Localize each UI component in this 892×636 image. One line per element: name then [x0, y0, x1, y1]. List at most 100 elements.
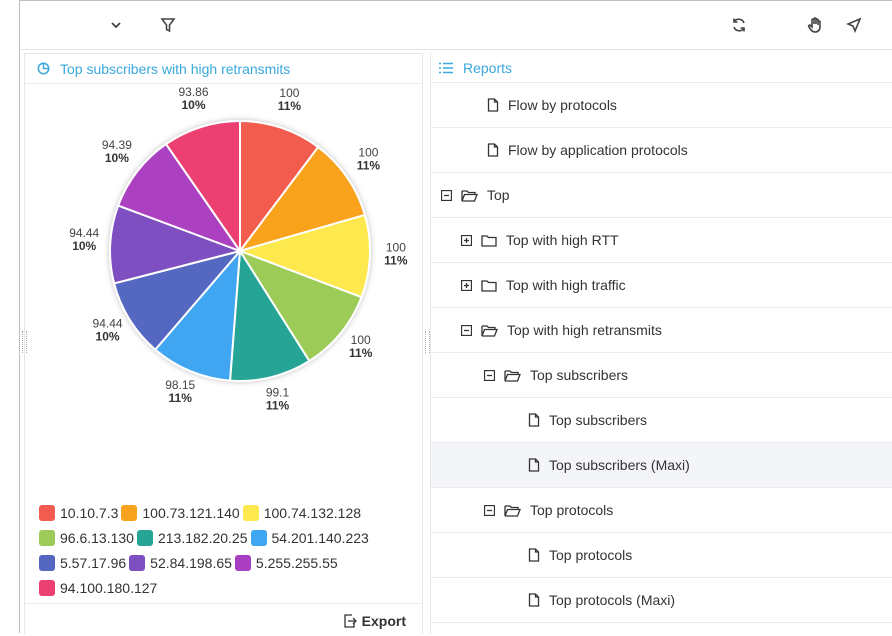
- legend-label: 100.73.121.140: [142, 504, 240, 521]
- tree-item[interactable]: Top protocols: [431, 488, 892, 533]
- legend-item[interactable]: 52.84.198.65: [129, 554, 232, 571]
- tree-item-label: Top with high RTT: [506, 232, 619, 248]
- slice-percent-label: 10%: [105, 151, 129, 165]
- slice-value-label: 100: [279, 86, 299, 100]
- legend-label: 96.6.13.130: [60, 529, 134, 546]
- splitter-handle-left[interactable]: [22, 331, 27, 353]
- legend-row: 10.10.7.3 100.73.121.140 100.74.132.128: [39, 500, 419, 525]
- slice-value-label: 100: [351, 333, 371, 347]
- tree-item-label: Flow by application protocols: [508, 142, 688, 158]
- tree-item[interactable]: Top subscribers (Maxi): [431, 443, 892, 488]
- hand-icon[interactable]: [803, 13, 827, 37]
- legend-row: 96.6.13.130 213.182.20.25 54.201.140.223: [39, 525, 419, 550]
- legend-label: 5.255.255.55: [255, 554, 338, 571]
- legend-swatch: [129, 554, 146, 571]
- tree-item-label: Top subscribers (Maxi): [549, 457, 690, 473]
- legend-row: 94.100.180.127: [39, 575, 419, 600]
- tree-item-label: Top subscribers: [549, 412, 648, 428]
- collapse-toggle-icon[interactable]: [484, 504, 495, 516]
- legend-item[interactable]: 5.255.255.55: [234, 554, 338, 571]
- tree-item[interactable]: Top protocols: [431, 533, 892, 578]
- export-icon: [344, 614, 357, 628]
- tree-item[interactable]: Top subscribers: [431, 353, 892, 398]
- legend-label: 94.100.180.127: [60, 579, 158, 596]
- legend-item[interactable]: 5.57.17.96: [39, 554, 127, 571]
- tree-item-label: Top protocols: [530, 502, 614, 518]
- folder-icon: [481, 234, 497, 247]
- folder-open-icon: [461, 189, 478, 202]
- reports-header: Reports: [431, 53, 892, 83]
- legend-label: 52.84.198.65: [150, 554, 232, 571]
- file-icon: [528, 413, 540, 427]
- slice-percent-label: 10%: [181, 98, 205, 112]
- chart-footer: Export: [25, 603, 422, 636]
- expand-toggle-icon[interactable]: [461, 234, 472, 246]
- tree-item[interactable]: Top with high retransmits: [431, 308, 892, 353]
- collapse-toggle-icon[interactable]: [484, 369, 495, 381]
- cursor-icon[interactable]: [842, 13, 866, 37]
- chevron-down-icon[interactable]: [104, 13, 128, 37]
- legend-label: 5.57.17.96: [60, 554, 127, 571]
- tree-item-label: Top with high retransmits: [507, 322, 662, 338]
- filter-icon[interactable]: [156, 13, 180, 37]
- app-frame: Top subscribers with high retransmits 10…: [19, 0, 892, 634]
- legend-label: 10.10.7.3: [60, 504, 119, 521]
- legend-swatch: [39, 504, 55, 521]
- legend-swatch: [39, 529, 55, 546]
- folder-icon: [481, 279, 497, 292]
- legend-swatch: [250, 529, 267, 546]
- legend-label: 100.74.132.128: [263, 504, 362, 521]
- legend-swatch: [121, 504, 138, 521]
- slice-value-label: 99.1: [266, 385, 290, 399]
- slice-percent-label: 11%: [169, 391, 193, 405]
- legend-swatch: [242, 504, 259, 521]
- slice-percent-label: 11%: [266, 398, 290, 412]
- reports-title: Reports: [463, 59, 513, 76]
- tree-item[interactable]: Top protocols (Maxi): [431, 578, 892, 623]
- export-button[interactable]: Export: [342, 613, 406, 629]
- collapse-toggle-icon[interactable]: [461, 324, 472, 336]
- legend-item[interactable]: 213.182.20.25: [136, 529, 248, 546]
- legend-item[interactable]: 100.74.132.128: [242, 504, 362, 521]
- expand-toggle-icon[interactable]: [461, 279, 472, 291]
- legend-swatch: [39, 579, 55, 596]
- tree-item[interactable]: Top subscribers: [431, 398, 892, 443]
- refresh-icon[interactable]: [727, 13, 751, 37]
- tree-item[interactable]: Top with high RTT: [431, 218, 892, 263]
- tree-item-label: Top subscribers: [530, 367, 629, 383]
- slice-percent-label: 11%: [349, 346, 373, 360]
- collapse-toggle-icon[interactable]: [441, 189, 452, 201]
- tree-item[interactable]: Top: [431, 173, 892, 218]
- file-icon: [528, 548, 540, 562]
- folder-open-icon: [481, 324, 498, 337]
- tree-item[interactable]: Top with high traffic: [431, 263, 892, 308]
- legend-item[interactable]: 54.201.140.223: [250, 529, 369, 546]
- tree-item[interactable]: Flow by application protocols: [431, 128, 892, 173]
- slice-percent-label: 11%: [357, 158, 381, 172]
- tree-item-label: Top with high traffic: [506, 277, 626, 293]
- legend-label: 213.182.20.25: [157, 529, 248, 546]
- chart-widget: Top subscribers with high retransmits 10…: [24, 53, 423, 634]
- legend-swatch: [39, 554, 55, 571]
- chart-widget-header: Top subscribers with high retransmits: [25, 54, 422, 84]
- slice-value-label: 100: [358, 145, 378, 159]
- tree-item[interactable]: Flow by protocols: [431, 83, 892, 128]
- slice-value-label: 94.39: [102, 138, 132, 152]
- slice-value-label: 94.44: [69, 226, 99, 240]
- legend-item[interactable]: 94.100.180.127: [39, 579, 158, 596]
- pie-chart-icon: [37, 62, 50, 75]
- file-icon: [487, 143, 499, 157]
- slice-percent-label: 11%: [278, 99, 302, 113]
- slice-percent-label: 10%: [96, 329, 120, 343]
- legend-item[interactable]: 96.6.13.130: [39, 529, 134, 546]
- chart-legend: 10.10.7.3 100.73.121.140 100.74.132.128 96.…: [39, 500, 419, 600]
- chart-title: Top subscribers with high retransmits: [60, 60, 291, 77]
- legend-item[interactable]: 100.73.121.140: [121, 504, 240, 521]
- slice-percent-label: 10%: [72, 239, 96, 253]
- file-icon: [528, 593, 540, 607]
- legend-label: 54.201.140.223: [271, 529, 369, 546]
- tree-item-label: Top protocols: [549, 547, 633, 563]
- file-icon: [487, 98, 499, 112]
- legend-item[interactable]: 10.10.7.3: [39, 504, 119, 521]
- folder-open-icon: [504, 504, 521, 517]
